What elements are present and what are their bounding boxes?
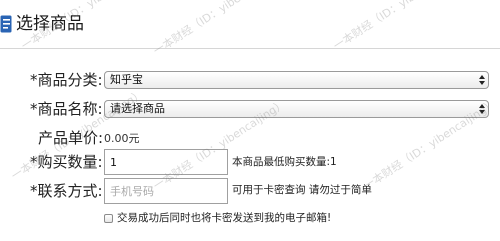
phone-input[interactable] bbox=[104, 178, 228, 204]
quantity-hint: 本商品最低购买数量:1 bbox=[232, 156, 337, 168]
quantity-input[interactable] bbox=[104, 149, 228, 175]
select-arrows-icon bbox=[479, 104, 485, 114]
category-select-value: 知乎宝 bbox=[110, 73, 143, 86]
product-label: *商品名称: bbox=[30, 100, 103, 118]
section-header: 选择商品 bbox=[0, 0, 500, 49]
price-value: 0.00元 bbox=[104, 132, 140, 145]
purchase-form-page: 选择商品 *商品分类: 知乎宝 *商品名称: 请选择商品 产品单价: 0.00元… bbox=[0, 0, 500, 241]
contact-label: *联系方式: bbox=[30, 182, 103, 200]
select-arrows-icon bbox=[479, 75, 485, 85]
email-checkbox-label[interactable]: 交易成功后同时也将卡密发送到我的电子邮箱! bbox=[117, 211, 331, 225]
price-label: 产品单价: bbox=[38, 129, 104, 147]
page-title: 选择商品 bbox=[16, 14, 84, 34]
contact-hint: 可用于卡密查询 请勿过于简单 bbox=[232, 184, 372, 196]
product-select[interactable]: 请选择商品 bbox=[104, 100, 489, 118]
category-select[interactable]: 知乎宝 bbox=[104, 71, 489, 89]
email-checkbox[interactable] bbox=[104, 214, 113, 223]
document-icon bbox=[0, 15, 12, 33]
quantity-label: *购买数量: bbox=[30, 153, 103, 171]
category-label: *商品分类: bbox=[30, 71, 103, 89]
product-select-value: 请选择商品 bbox=[110, 102, 165, 115]
